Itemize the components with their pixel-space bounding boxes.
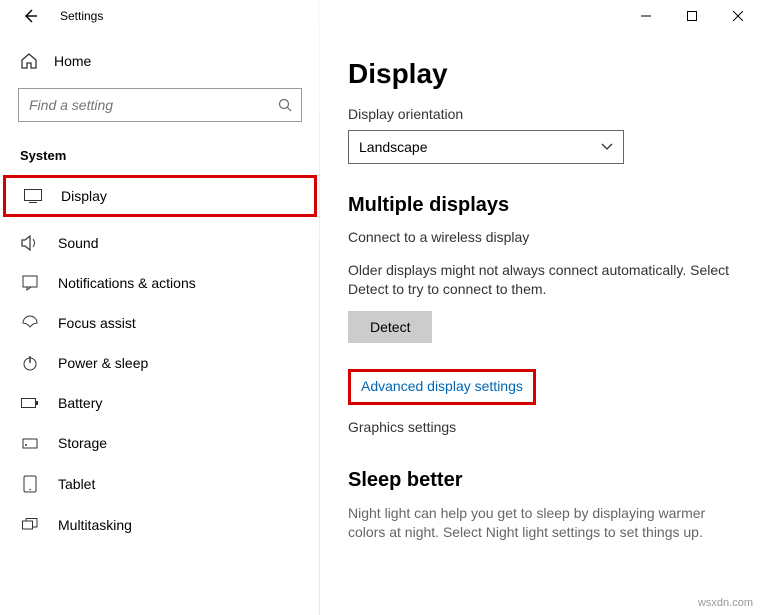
home-icon [20,52,38,70]
close-button[interactable] [715,0,761,32]
maximize-icon [687,11,697,21]
sidebar-item-label: Battery [58,395,102,411]
section-system-label: System [0,140,320,169]
battery-icon [20,397,40,409]
focus-assist-icon [20,315,40,331]
search-input[interactable] [19,97,269,113]
sidebar-item-focus-assist[interactable]: Focus assist [0,303,320,343]
power-icon [20,355,40,371]
tablet-icon [20,475,40,493]
sidebar-item-label: Display [61,188,107,204]
sidebar: Home System Display Sound [0,32,320,615]
sidebar-item-label: Sound [58,235,98,251]
content-area: Display Display orientation Landscape Mu… [320,32,761,615]
sidebar-item-tablet[interactable]: Tablet [0,463,320,505]
search-box[interactable] [18,88,302,122]
arrow-left-icon [22,8,38,24]
chevron-down-icon [601,143,613,151]
advanced-display-settings-label: Advanced display settings [361,378,523,394]
notifications-icon [20,275,40,291]
graphics-settings-link[interactable]: Graphics settings [348,419,456,435]
home-button[interactable]: Home [0,42,320,80]
window-title: Settings [60,9,103,23]
sidebar-item-display[interactable]: Display [3,175,317,217]
sidebar-item-sound[interactable]: Sound [0,223,320,263]
sleep-better-heading: Sleep better [348,469,733,492]
sidebar-item-power-sleep[interactable]: Power & sleep [0,343,320,383]
sidebar-item-label: Focus assist [58,315,136,331]
sidebar-item-label: Tablet [58,476,95,492]
sleep-better-text: Night light can help you get to sleep by… [348,504,733,543]
back-button[interactable] [18,4,42,28]
minimize-icon [641,11,651,21]
sound-icon [20,235,40,251]
detect-button[interactable]: Detect [348,311,432,343]
multiple-displays-heading: Multiple displays [348,194,733,217]
wireless-display-link[interactable]: Connect to a wireless display [348,229,529,245]
maximize-button[interactable] [669,0,715,32]
orientation-dropdown[interactable]: Landscape [348,130,624,164]
orientation-label: Display orientation [348,106,733,122]
sidebar-item-label: Multitasking [58,517,132,533]
sidebar-item-notifications[interactable]: Notifications & actions [0,263,320,303]
close-icon [733,11,743,21]
sidebar-item-multitasking[interactable]: Multitasking [0,505,320,545]
detect-description: Older displays might not always connect … [348,261,733,299]
storage-icon [20,435,40,451]
search-icon [269,98,301,112]
minimize-button[interactable] [623,0,669,32]
display-icon [23,189,43,203]
home-label: Home [54,53,91,69]
watermark: wsxdn.com [698,597,753,609]
advanced-display-settings-link[interactable]: Advanced display settings [348,369,536,405]
multitasking-icon [20,518,40,532]
orientation-value: Landscape [359,139,428,155]
sidebar-item-label: Notifications & actions [58,275,196,291]
sidebar-item-storage[interactable]: Storage [0,423,320,463]
sidebar-item-battery[interactable]: Battery [0,383,320,423]
sidebar-item-label: Power & sleep [58,355,148,371]
page-title: Display [348,58,733,90]
sidebar-item-label: Storage [58,435,107,451]
